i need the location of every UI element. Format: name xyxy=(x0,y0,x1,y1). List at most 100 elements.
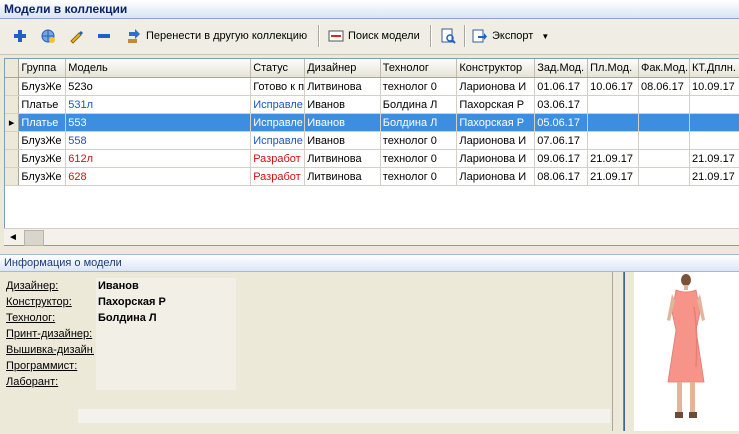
grid-cell[interactable]: Ларионова И xyxy=(456,131,536,150)
row-indicator[interactable] xyxy=(5,167,20,186)
column-header[interactable]: Конструктор xyxy=(456,59,536,78)
grid-cell[interactable] xyxy=(638,149,690,168)
grid-cell[interactable]: технолог 0 xyxy=(380,149,458,168)
grid-cell[interactable] xyxy=(638,95,690,114)
grid-cell[interactable]: 523о xyxy=(65,77,252,96)
grid-cell[interactable]: Пахорская Р xyxy=(456,113,536,132)
grid-cell[interactable] xyxy=(689,95,739,114)
grid-cell[interactable]: Исправле xyxy=(250,113,306,132)
grid-cell[interactable]: технолог 0 xyxy=(380,131,458,150)
grid-cell[interactable]: Платье xyxy=(18,95,67,114)
grid-cell[interactable]: 03.06.17 xyxy=(534,95,589,114)
grid-cell[interactable]: 05.06.17 xyxy=(534,113,589,132)
grid-cell[interactable]: 21.09.17 xyxy=(587,167,640,186)
table-row[interactable]: БлузЖе 558 Исправле Иванов технолог 0 Ларионо… xyxy=(5,131,739,150)
move-to-collection-button[interactable]: Перенести в другую коллекцию xyxy=(126,25,307,47)
grid-cell[interactable]: 21.09.17 xyxy=(689,149,739,168)
row-indicator[interactable]: ▸ xyxy=(5,113,20,132)
grid-cell[interactable]: 08.06.17 xyxy=(638,77,690,96)
grid-cell[interactable]: Литвинова xyxy=(304,149,381,168)
remove-button[interactable] xyxy=(96,25,112,47)
grid-cell[interactable]: 10.06.17 xyxy=(587,77,640,96)
info-label[interactable]: Дизайнер: xyxy=(6,280,94,292)
grid-cell[interactable]: 21.09.17 xyxy=(689,167,739,186)
grid-cell[interactable]: БлузЖе xyxy=(18,149,67,168)
models-grid[interactable]: Группа Модель Статус Дизайнер Технолог К… xyxy=(4,58,739,246)
grid-cell[interactable] xyxy=(638,113,690,132)
table-row[interactable]: БлузЖе 612л Разработ Литвинова технолог 0 Лар… xyxy=(5,149,739,168)
grid-cell[interactable] xyxy=(638,131,690,150)
grid-cell[interactable]: Иванов xyxy=(304,95,381,114)
grid-cell[interactable]: Болдина Л xyxy=(380,95,458,114)
grid-cell[interactable]: Иванов xyxy=(304,131,381,150)
info-label[interactable]: Лаборант: xyxy=(6,376,94,388)
info-label[interactable]: Принт-дизайнер: xyxy=(6,328,94,340)
scroll-left-icon[interactable]: ◄ xyxy=(8,232,18,243)
grid-cell[interactable]: Исправле xyxy=(250,131,306,150)
grid-cell[interactable]: Болдина Л xyxy=(380,113,458,132)
search-model-button[interactable]: Поиск модели xyxy=(328,25,420,47)
grid-cell[interactable]: 07.06.17 xyxy=(534,131,589,150)
grid-cell[interactable]: Пахорская Р xyxy=(456,95,536,114)
row-indicator[interactable] xyxy=(5,131,20,150)
grid-cell[interactable]: 531л xyxy=(65,95,252,114)
grid-cell[interactable]: Иванов xyxy=(304,113,381,132)
grid-cell[interactable]: 558 xyxy=(65,131,252,150)
column-header[interactable]: Пл.Мод. xyxy=(587,59,640,78)
table-row[interactable]: БлузЖе 523о Готово к п Литвинова технолог 0Л… xyxy=(5,77,739,96)
info-label[interactable]: Конструктор: xyxy=(6,296,94,308)
row-indicator[interactable] xyxy=(5,95,20,114)
export-button[interactable]: Экспорт ▼ xyxy=(472,25,549,47)
grid-cell[interactable]: Ларионова И xyxy=(456,167,536,186)
grid-cell[interactable]: Ларионова И xyxy=(456,77,536,96)
table-row[interactable]: ▸ Платье 553 Исправле Иванов Болдина Л Пахорск… xyxy=(5,113,739,132)
grid-cell[interactable] xyxy=(689,113,739,132)
grid-cell[interactable]: Платье xyxy=(18,113,67,132)
grid-cell[interactable]: Исправле xyxy=(250,95,306,114)
grid-cell[interactable] xyxy=(689,131,739,150)
grid-cell[interactable]: технолог 0 xyxy=(380,77,458,96)
grid-cell[interactable]: Ларионова И xyxy=(456,149,536,168)
grid-cell[interactable]: Разработ xyxy=(250,149,306,168)
horizontal-scrollbar[interactable]: ◄ xyxy=(4,228,739,246)
column-header[interactable]: Фак.Мод. xyxy=(638,59,690,78)
grid-cell[interactable] xyxy=(587,113,640,132)
column-header[interactable]: КТ.Дплн. xyxy=(689,59,739,78)
info-label[interactable]: Технолог: xyxy=(6,312,94,324)
column-header[interactable]: Зад.Мод. xyxy=(534,59,589,78)
grid-cell[interactable]: 553 xyxy=(65,113,252,132)
grid-cell[interactable] xyxy=(587,95,640,114)
grid-cell[interactable]: технолог 0 xyxy=(380,167,458,186)
add-button[interactable] xyxy=(12,25,28,47)
grid-cell[interactable]: 21.09.17 xyxy=(587,149,640,168)
info-label[interactable]: Вышивка-дизайн. xyxy=(6,344,94,356)
grid-cell[interactable]: Литвинова xyxy=(304,77,381,96)
edit-button[interactable] xyxy=(68,25,84,47)
grid-cell[interactable]: БлузЖе xyxy=(18,167,67,186)
copy-model-button[interactable] xyxy=(40,25,56,47)
column-header[interactable]: Статус xyxy=(250,59,306,78)
grid-cell[interactable]: 612л xyxy=(65,149,252,168)
column-header[interactable]: Технолог xyxy=(380,59,458,78)
grid-cell[interactable]: 01.06.17 xyxy=(534,77,589,96)
grid-cell[interactable]: Готово к п xyxy=(250,77,306,96)
info-label[interactable]: Программист: xyxy=(6,360,94,372)
table-row[interactable]: Платье 531л Исправле Иванов Болдина Л Пахорск… xyxy=(5,95,739,114)
column-header[interactable]: Дизайнер xyxy=(304,59,381,78)
grid-cell[interactable]: Литвинова xyxy=(304,167,381,186)
scrollbar-thumb[interactable] xyxy=(24,230,44,246)
grid-cell[interactable]: 628 xyxy=(65,167,252,186)
row-indicator[interactable] xyxy=(5,149,20,168)
grid-cell[interactable] xyxy=(638,167,690,186)
grid-cell[interactable]: 09.06.17 xyxy=(534,149,589,168)
row-indicator[interactable] xyxy=(5,77,20,96)
grid-cell[interactable]: БлузЖе xyxy=(18,77,67,96)
grid-cell[interactable]: Разработ xyxy=(250,167,306,186)
print-preview-button[interactable] xyxy=(440,25,456,47)
grid-cell[interactable]: 08.06.17 xyxy=(534,167,589,186)
grid-cell[interactable]: 10.09.17 xyxy=(689,77,739,96)
column-header[interactable]: Модель xyxy=(65,59,252,78)
panel-splitter[interactable] xyxy=(612,272,635,431)
grid-cell[interactable] xyxy=(587,131,640,150)
column-header[interactable]: Группа xyxy=(18,59,67,78)
